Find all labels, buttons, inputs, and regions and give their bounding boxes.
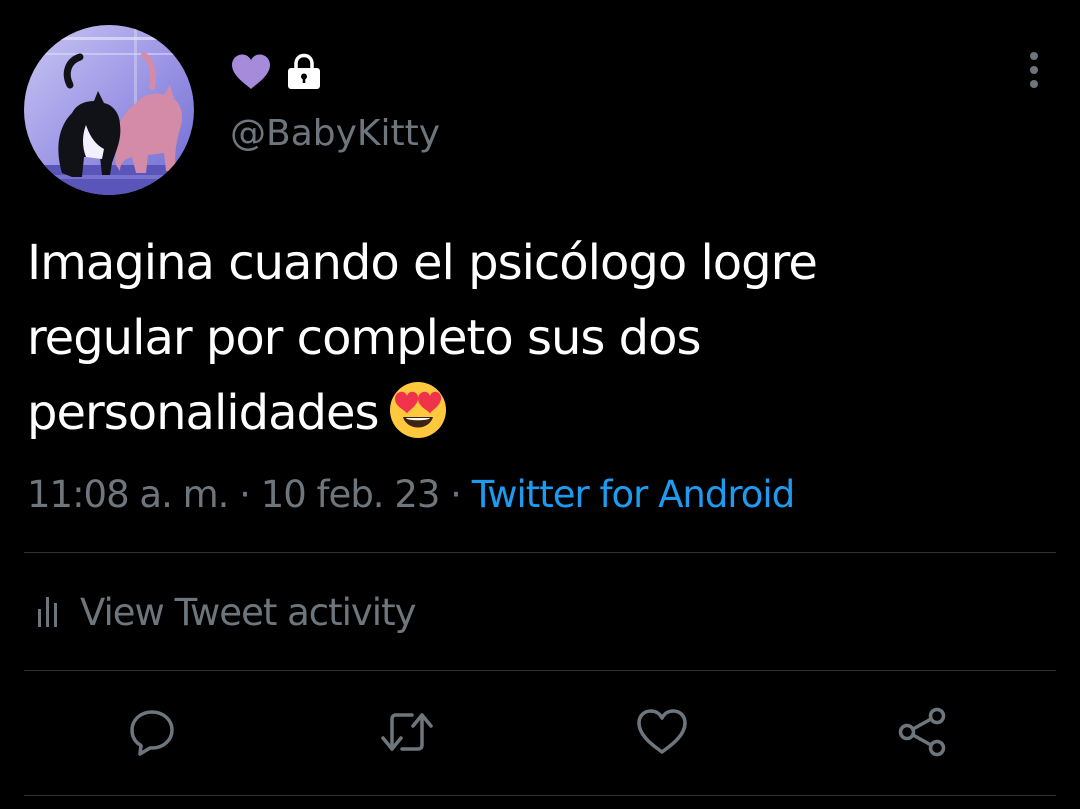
- divider: [24, 552, 1056, 553]
- share-icon: [898, 707, 946, 757]
- tweet-metadata: 11:08 a. m. · 10 feb. 23 · Twitter for A…: [27, 470, 795, 520]
- reply-button[interactable]: [122, 702, 182, 762]
- tweet-text: Imagina cuando el psicólogo logre regula…: [27, 226, 1037, 461]
- tweet-text-line: personalidades: [27, 376, 1037, 461]
- tweet-text-segment: personalidades: [27, 385, 380, 441]
- smiling-face-with-heart-eyes-icon: [389, 381, 447, 461]
- vertical-dots-icon: [1030, 52, 1038, 88]
- tweet-source-link[interactable]: Twitter for Android: [472, 473, 795, 516]
- share-button[interactable]: [892, 702, 952, 762]
- display-name-row: [230, 50, 322, 94]
- view-tweet-activity-label: View Tweet activity: [80, 590, 416, 634]
- heart-icon: [637, 709, 687, 754]
- bar-chart-icon: [38, 597, 57, 627]
- tweet-text-line: Imagina cuando el psicólogo logre: [27, 235, 818, 291]
- more-options-button[interactable]: [1012, 48, 1056, 92]
- divider: [24, 670, 1056, 671]
- user-handle[interactable]: @BabyKitty: [230, 112, 440, 156]
- purple-heart-icon: [230, 53, 272, 91]
- reply-icon: [130, 710, 174, 756]
- tweet-date: 10 feb. 23: [260, 473, 441, 516]
- retweet-button[interactable]: [377, 702, 437, 762]
- cats-avatar-photo: [24, 25, 194, 195]
- divider: [24, 795, 1056, 796]
- tweet-time: 11:08 a. m.: [27, 473, 229, 516]
- like-button[interactable]: [632, 702, 692, 762]
- separator: ·: [439, 473, 472, 516]
- separator: ·: [228, 473, 261, 516]
- view-tweet-activity-button[interactable]: View Tweet activity: [36, 584, 416, 640]
- lock-icon: [286, 53, 322, 91]
- avatar[interactable]: [24, 25, 194, 195]
- retweet-icon: [381, 713, 433, 751]
- tweet-text-line: regular por completo sus dos: [27, 310, 702, 366]
